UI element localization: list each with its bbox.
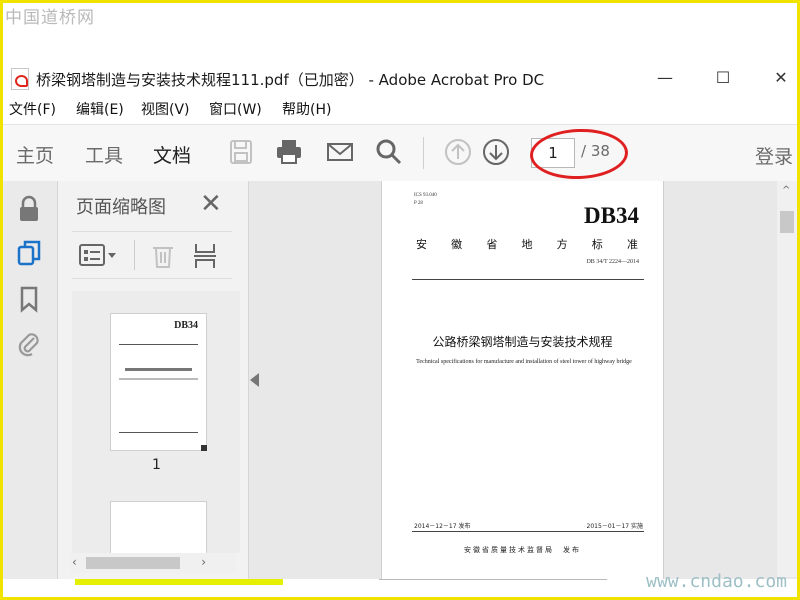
watermark-top: 中国道桥网	[5, 8, 95, 28]
scroll-left-arrow-icon[interactable]: ‹	[72, 555, 77, 569]
thumb-rule-bottom	[119, 432, 198, 433]
pdf-page: ICS 93.040 P 28 DB34 安 徽 省 地 方 标 准 DB 34…	[381, 181, 664, 579]
viewer-vertical-scrollbar[interactable]: ^	[777, 181, 797, 577]
tools-separator	[134, 240, 135, 270]
bookmark-icon[interactable]	[15, 285, 43, 313]
doc-class: P 28	[414, 201, 423, 206]
menu-bar: 文件(F) 编辑(E) 视图(V) 窗口(W) 帮助(H)	[3, 97, 797, 121]
panel-close-icon[interactable]: ✕	[200, 189, 222, 219]
standard-char: 标	[591, 238, 603, 251]
login-button[interactable]: 登录	[755, 142, 793, 169]
thumbnails-panel: 页面缩略图 ✕ DB34 1 ‹ ›	[58, 181, 294, 597]
tab-home[interactable]: 主页	[16, 141, 54, 168]
viewer-scroll-thumb[interactable]	[780, 211, 794, 233]
print-icon[interactable]	[274, 137, 304, 167]
thumbnail-options-icon[interactable]	[78, 242, 118, 268]
menu-window[interactable]: 窗口(W)	[209, 99, 262, 119]
lock-icon[interactable]	[15, 195, 43, 223]
thumb-title-bar	[125, 368, 192, 371]
thumb-rule	[119, 344, 198, 345]
screenshot-frame: 中国道桥网 桥梁钢塔制造与安装技术规程111.pdf（已加密） - Adobe …	[0, 0, 800, 600]
doc-title-cn: 公路桥梁钢塔制造与安装技术规程	[432, 335, 613, 349]
highlight-ellipse	[529, 127, 629, 181]
thumb-en-bar	[119, 378, 198, 380]
email-icon[interactable]	[325, 137, 355, 167]
viewer-scroll-up-icon[interactable]: ^	[782, 185, 790, 196]
standard-char: 安	[416, 238, 427, 251]
collapse-panel-arrow-icon[interactable]	[250, 373, 259, 387]
doc-issue-date: 2014－12－17 发布	[414, 523, 471, 530]
thumbnail-horizontal-scrollbar[interactable]: ‹ ›	[70, 553, 236, 573]
scroll-right-arrow-icon[interactable]: ›	[201, 555, 206, 569]
doc-code: DB34	[584, 203, 639, 228]
toolbar-separator	[423, 137, 424, 169]
toolbar: 主页 工具 文档 1 / 38 登录	[3, 124, 797, 185]
thumbnails-panel-title: 页面缩略图	[76, 197, 166, 218]
standard-char: 徽	[451, 238, 463, 251]
maximize-button[interactable]: ☐	[709, 66, 737, 90]
document-viewer[interactable]: ICS 93.040 P 28 DB34 安 徽 省 地 方 标 准 DB 34…	[249, 181, 797, 579]
extract-page-icon[interactable]	[192, 242, 218, 270]
thumbnail-page-number: 1	[152, 457, 161, 473]
thumbnail-tools	[72, 231, 232, 279]
delete-page-icon[interactable]	[150, 242, 176, 270]
save-icon[interactable]	[226, 137, 256, 167]
thumb-corner-marker	[201, 445, 207, 451]
standard-char: 省	[486, 238, 498, 251]
menu-file[interactable]: 文件(F)	[9, 99, 56, 119]
page-thumbnails-icon[interactable]	[15, 239, 43, 267]
doc-top-rule	[412, 279, 644, 280]
menu-edit[interactable]: 编辑(E)	[76, 99, 124, 119]
title-bar: 桥梁钢塔制造与安装技术规程111.pdf（已加密） - Adobe Acroba…	[3, 63, 797, 93]
close-button[interactable]: ✕	[767, 66, 795, 90]
page-thumbnail-2[interactable]	[110, 501, 207, 553]
minimize-button[interactable]: —	[651, 66, 679, 90]
left-rail	[3, 181, 58, 597]
standard-char: 地	[521, 238, 533, 251]
pdf-file-icon	[11, 68, 29, 90]
standard-char: 方	[556, 238, 568, 251]
search-icon[interactable]	[374, 137, 404, 167]
watermark-bottom: www.cndao.com	[646, 571, 787, 592]
menu-help[interactable]: 帮助(H)	[282, 99, 331, 119]
standard-char: 准	[626, 238, 638, 251]
doc-issuer: 安徽省质量技术监督局 发布	[464, 546, 581, 554]
menu-view[interactable]: 视图(V)	[141, 99, 190, 119]
tab-tools[interactable]: 工具	[85, 141, 123, 168]
tab-document[interactable]: 文档	[150, 141, 194, 185]
next-page-icon[interactable]	[481, 137, 511, 167]
doc-number: DB 34/T 2224—2014	[586, 259, 639, 265]
window-title: 桥梁钢塔制造与安装技术规程111.pdf（已加密） - Adobe Acroba…	[36, 71, 545, 89]
attachment-icon[interactable]	[15, 329, 43, 357]
doc-bottom-rule	[412, 531, 644, 532]
doc-title-en: Technical specifications for manufacture…	[416, 359, 632, 365]
thumb-doc-code: DB34	[174, 320, 198, 331]
doc-province-standard: 安 徽 省 地 方 标 准	[416, 236, 638, 252]
previous-page-icon[interactable]	[443, 137, 473, 167]
page-thumbnail-1[interactable]: DB34	[110, 313, 207, 451]
hscroll-thumb[interactable]	[86, 557, 180, 569]
doc-impl-date: 2015－01－17 实施	[586, 523, 643, 530]
bottom-yellow-band	[75, 579, 283, 585]
doc-ics: ICS 93.040	[414, 193, 437, 198]
thumbnail-list: DB34 1	[72, 291, 240, 553]
bottom-divider	[379, 579, 607, 586]
